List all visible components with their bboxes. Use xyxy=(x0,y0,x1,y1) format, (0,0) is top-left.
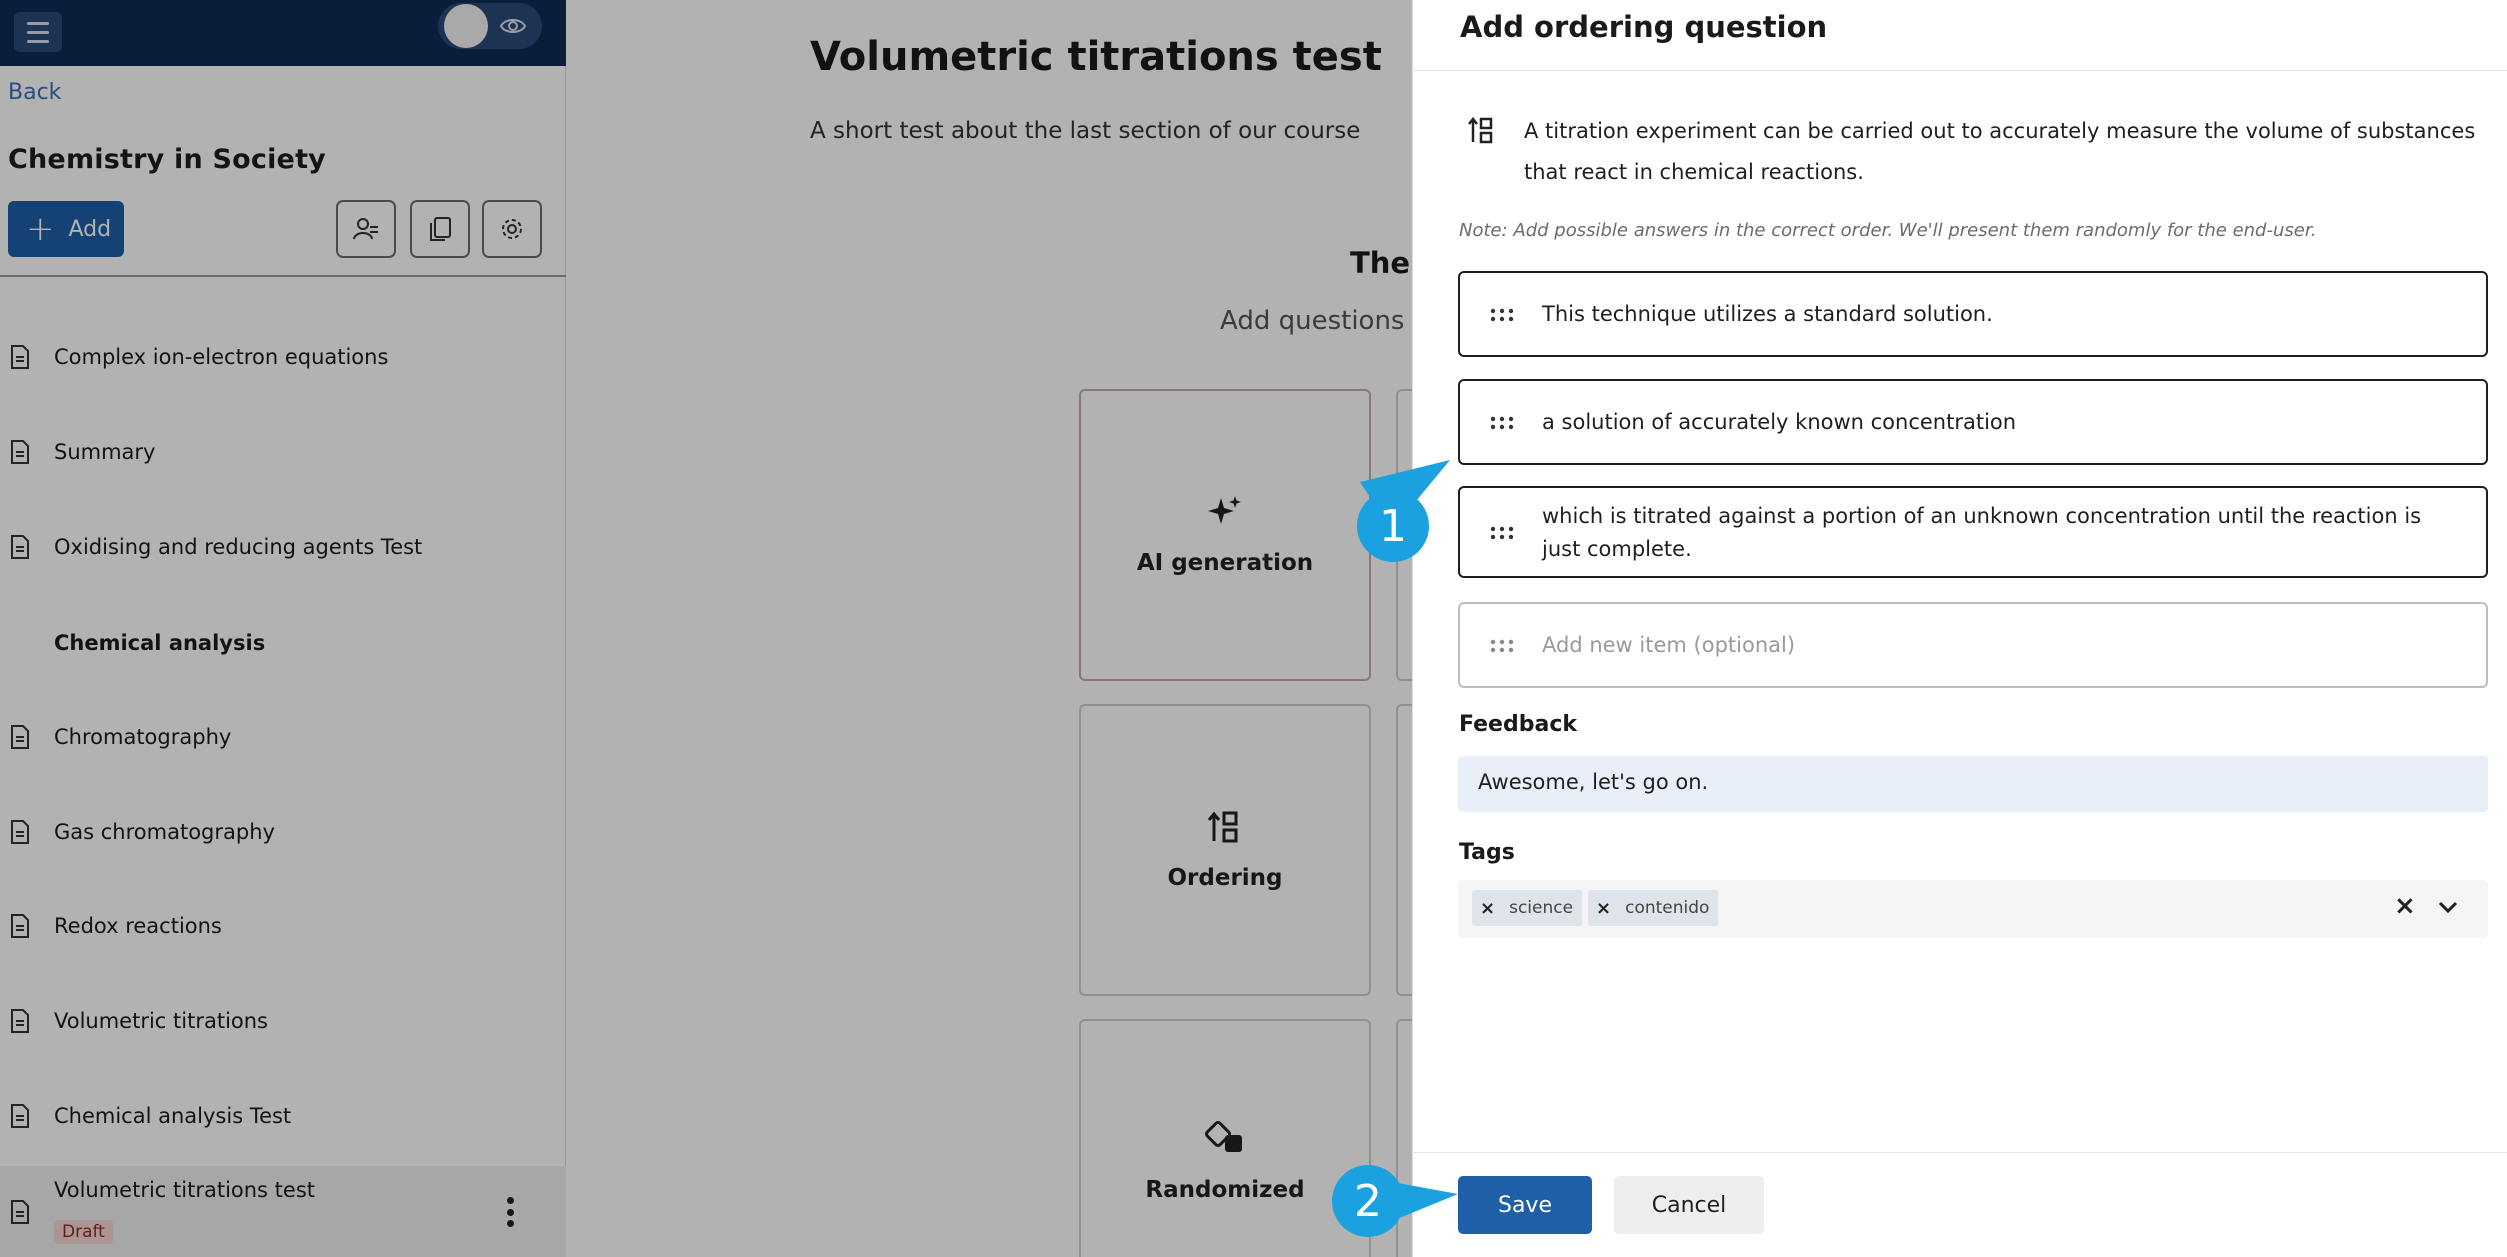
modal-overlay xyxy=(0,0,1412,1257)
panel-footer-divider xyxy=(1412,1152,2507,1153)
remove-tag-icon[interactable]: × xyxy=(1480,898,1495,919)
tag-label: science xyxy=(1509,898,1574,918)
ordering-note: Note: Add possible answers in the correc… xyxy=(1459,220,2317,241)
panel-title: Add ordering question xyxy=(1460,10,1828,44)
ordering-item[interactable]: which is titrated against a portion of a… xyxy=(1458,486,2488,578)
drag-handle-icon[interactable] xyxy=(1490,416,1514,430)
ordering-item-text: This technique utilizes a standard solut… xyxy=(1542,302,1993,326)
ordering-item[interactable]: This technique utilizes a standard solut… xyxy=(1458,271,2488,357)
chevron-down-icon[interactable] xyxy=(2436,898,2460,916)
feedback-field[interactable]: Awesome, let's go on. xyxy=(1458,756,2488,812)
ordering-icon xyxy=(1468,116,1493,144)
remove-tag-icon[interactable]: × xyxy=(1596,898,1611,919)
ordering-item-text: which is titrated against a portion of a… xyxy=(1542,504,2422,561)
tag-label: contenido xyxy=(1625,898,1710,918)
callout-1: 1 xyxy=(1357,490,1429,562)
ordering-item[interactable]: a solution of accurately known concentra… xyxy=(1458,379,2488,465)
drag-handle-icon[interactable] xyxy=(1490,308,1514,322)
tags-label: Tags xyxy=(1459,840,1515,865)
ordering-item-text: a solution of accurately known concentra… xyxy=(1542,410,2017,434)
tag-chip: × science xyxy=(1472,890,1583,926)
feedback-value: Awesome, let's go on. xyxy=(1478,770,1709,794)
drag-handle-icon[interactable] xyxy=(1490,526,1514,540)
panel-header-divider xyxy=(1412,70,2507,71)
tag-chip: × contenido xyxy=(1588,890,1719,926)
tags-select[interactable]: × science × contenido × xyxy=(1458,880,2488,938)
new-item-placeholder: Add new item (optional) xyxy=(1542,633,1796,657)
clear-tags-icon[interactable]: × xyxy=(2394,891,2416,921)
drag-handle-icon xyxy=(1490,639,1514,653)
callout-2: 2 xyxy=(1332,1165,1404,1237)
question-text: A titration experiment can be carried ou… xyxy=(1524,119,2476,184)
cancel-button[interactable]: Cancel xyxy=(1614,1176,1764,1234)
new-item-input[interactable]: Add new item (optional) xyxy=(1458,602,2488,688)
save-button[interactable]: Save xyxy=(1458,1176,1592,1234)
feedback-label: Feedback xyxy=(1459,712,1577,737)
